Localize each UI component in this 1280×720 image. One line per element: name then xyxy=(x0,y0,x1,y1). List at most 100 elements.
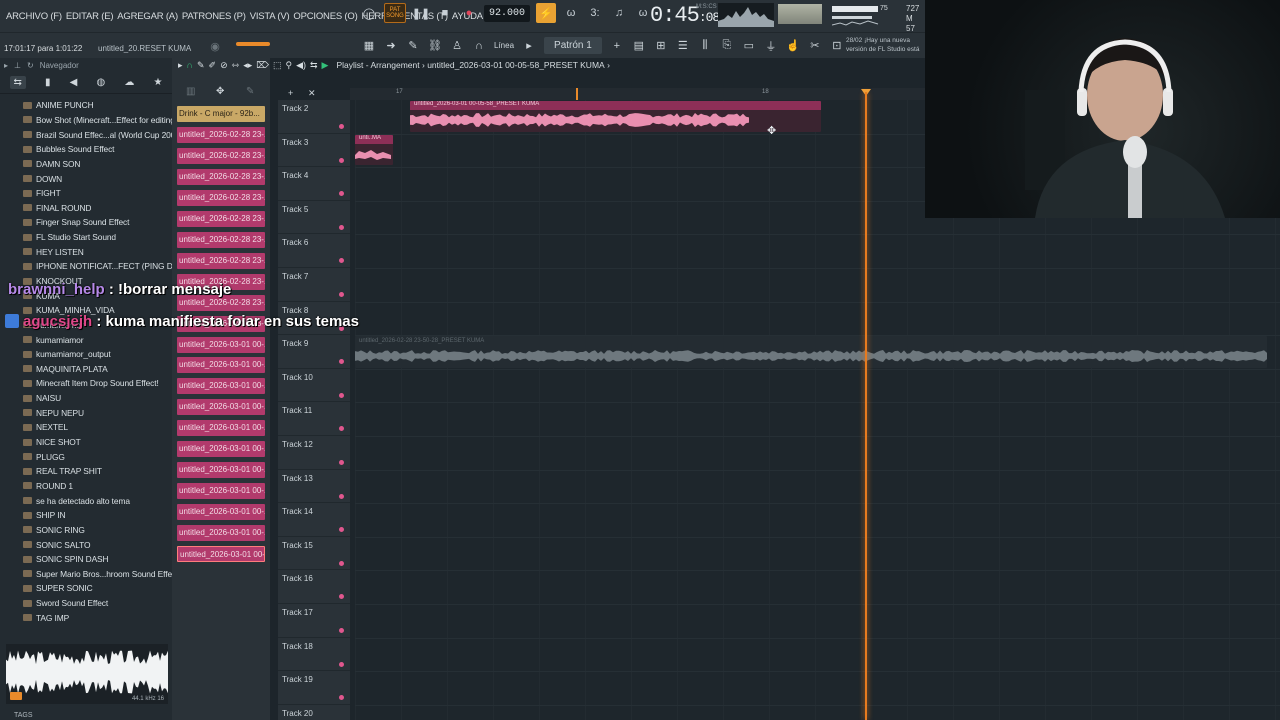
track-record-dot-icon[interactable] xyxy=(339,594,344,600)
playlist-play-icon[interactable]: ▶ xyxy=(322,60,329,71)
expand-icon[interactable]: ▸ xyxy=(4,61,8,70)
link-icon[interactable]: ⛓ xyxy=(428,39,442,52)
channel-rack-icon[interactable]: ⊞ xyxy=(654,39,668,52)
track-header[interactable]: Track 18 xyxy=(278,638,350,672)
browser-icon[interactable]: ▭ xyxy=(742,39,756,52)
track-record-dot-icon[interactable] xyxy=(339,460,344,465)
track-header[interactable]: Track 12 xyxy=(278,436,350,470)
audio-clip-main[interactable]: untitled_2026-03-01 00-05-58_PRESET KUMA xyxy=(410,101,821,132)
browser-item[interactable]: IPHONE NOTIFICAT...FECT (PING DING) xyxy=(0,259,172,274)
slip-tool-icon[interactable]: ◂▸ xyxy=(243,60,252,71)
menu-item[interactable]: ARCHIVO (F) xyxy=(4,11,64,22)
pin-icon[interactable]: ⊥ xyxy=(14,61,21,70)
clip-item[interactable]: untitled_2026-03-01 00-... xyxy=(177,378,265,395)
track-header[interactable]: Track 11 xyxy=(278,402,350,436)
track-header[interactable]: Track 7 xyxy=(278,268,350,302)
browser-item[interactable]: Finger Snap Sound Effect xyxy=(0,215,172,230)
countdown-icon[interactable]: 3: xyxy=(586,4,604,22)
brush-icon[interactable]: ✎ xyxy=(406,39,420,52)
browser-item[interactable]: FIGHT xyxy=(0,186,172,201)
browser-item[interactable]: SHIP IN xyxy=(0,508,172,523)
news-panel[interactable]: 28/02 ¡Hay una nueva versión de FL Studi… xyxy=(846,36,926,54)
clip-item[interactable]: untitled_2026-03-01 00-... xyxy=(177,483,265,500)
browser-item[interactable]: NEPU NEPU xyxy=(0,405,172,420)
browser-item[interactable]: SUPER SONIC xyxy=(0,581,172,596)
cloud-tab-icon[interactable]: ☁ xyxy=(124,77,134,88)
arrows-icon[interactable]: ⇆ xyxy=(310,60,318,71)
tempo-display[interactable]: 92.000 xyxy=(484,4,531,22)
clip-item[interactable]: untitled_2026-02-28 23-... xyxy=(177,189,265,206)
browser-item[interactable]: NAISU xyxy=(0,391,172,406)
browser-item[interactable]: TAG IMP xyxy=(0,610,172,625)
select-tool-icon[interactable]: ⬚ xyxy=(273,60,282,71)
zoom-tool-icon[interactable]: ⚲ xyxy=(285,60,292,71)
pause-button[interactable]: ❚❚ xyxy=(412,4,430,22)
track-header[interactable]: Track 16 xyxy=(278,570,350,604)
star-tab-icon[interactable]: ★ xyxy=(153,77,162,88)
files-tab-icon[interactable]: ▮ xyxy=(45,77,51,88)
clip-item[interactable]: untitled_2026-03-01 00-... xyxy=(177,462,265,479)
browser-options-icon[interactable]: ↻ xyxy=(27,61,34,70)
track-record-dot-icon[interactable] xyxy=(339,426,344,432)
clip-item[interactable]: untitled_2026-02-28 23-... xyxy=(177,210,265,227)
back-tab-icon[interactable]: ◀ xyxy=(70,77,78,88)
clip-item[interactable]: untitled_2026-03-01 00-... xyxy=(177,336,265,353)
add-pattern-icon[interactable]: + xyxy=(610,40,624,52)
snap-mode-label[interactable]: Línea xyxy=(494,41,514,50)
track-record-dot-icon[interactable] xyxy=(339,157,344,163)
clip-item[interactable]: untitled_2026-02-28 23-... xyxy=(177,252,265,269)
clip-item[interactable]: untitled_2026-03-01 00-... xyxy=(177,357,265,374)
track-header[interactable]: Track 17 xyxy=(278,604,350,638)
track-header[interactable]: Track 14 xyxy=(278,503,350,537)
browser-item[interactable]: HEY LISTEN xyxy=(0,244,172,259)
clip-item[interactable]: untitled_2026-03-01 00-... xyxy=(177,546,265,562)
timeline-ruler[interactable]: 17 18 xyxy=(350,88,925,100)
menu-item[interactable]: VISTA (V) xyxy=(248,11,292,22)
browser-item[interactable]: MAQUINITA PLATA xyxy=(0,362,172,377)
touch-icon[interactable]: ☝ xyxy=(786,39,800,52)
step-edit-icon[interactable]: ♫ xyxy=(610,4,628,22)
record-button[interactable]: ● xyxy=(460,4,478,22)
knob-icon[interactable]: ◉ xyxy=(206,37,224,55)
browser-item[interactable]: NICE SHOT xyxy=(0,435,172,450)
browser-item[interactable]: Bow Shot (Minecraft...Effect for editing xyxy=(0,113,172,128)
clip-item[interactable]: untitled_2026-02-28 23-... xyxy=(177,127,265,143)
browser-item[interactable]: kumamiamor_output xyxy=(0,347,172,362)
browser-item[interactable]: Minecraft Item Drop Sound Effect! xyxy=(0,376,172,391)
playhead[interactable] xyxy=(865,92,867,720)
track-record-dot-icon[interactable] xyxy=(339,392,344,398)
browser-item[interactable]: SONIC SALTO xyxy=(0,537,172,552)
draw-tool-icon[interactable]: ✎ xyxy=(197,60,205,71)
track-header[interactable]: Track 13 xyxy=(278,470,350,504)
piano-icon[interactable]: ⫼ xyxy=(698,39,712,52)
clip-item[interactable]: untitled_2026-02-28 23-... xyxy=(177,231,265,248)
preview-play-icon[interactable] xyxy=(10,692,22,700)
clip-item[interactable]: untitled_2026-02-28 23-... xyxy=(177,168,265,185)
track-record-dot-icon[interactable] xyxy=(339,560,344,566)
clip-list-menu-icon[interactable]: ▥ xyxy=(186,86,195,97)
track-record-dot-icon[interactable] xyxy=(339,258,344,264)
piano-roll-icon[interactable]: ▦ xyxy=(362,39,376,52)
audio-clip-small[interactable]: unti..MA xyxy=(355,135,393,165)
stamp-icon[interactable]: ♙ xyxy=(450,39,464,52)
speaker-icon[interactable]: ◀) xyxy=(296,60,306,71)
play-small-icon[interactable]: ▸ xyxy=(522,39,536,52)
menu-item[interactable]: OPCIONES (O) xyxy=(291,11,359,22)
browser-item[interactable]: se ha detectado alto tema xyxy=(0,493,172,508)
track-record-dot-icon[interactable] xyxy=(339,124,344,129)
track-header[interactable]: Track 4 xyxy=(278,167,350,201)
arrow-right-icon[interactable]: ➜ xyxy=(384,39,398,52)
close-icon[interactable]: ✕ xyxy=(308,88,316,99)
track-header[interactable]: Track 15 xyxy=(278,537,350,571)
loop-icon[interactable]: ◯ xyxy=(360,4,378,22)
plug-icon[interactable]: ⏚ xyxy=(764,38,778,54)
clip-item[interactable]: untitled_2026-03-01 00-... xyxy=(177,420,265,437)
browser-item[interactable]: REAL TRAP SHIT xyxy=(0,464,172,479)
browser-item[interactable]: kumamiamor xyxy=(0,332,172,347)
track-record-dot-icon[interactable] xyxy=(339,292,344,297)
mixer-icon[interactable]: ☰ xyxy=(676,39,690,52)
clip-item[interactable]: untitled_2026-03-01 00-... xyxy=(177,504,265,521)
move-icon[interactable]: ✥ xyxy=(216,86,224,97)
delete-tool-icon[interactable]: ⊘ xyxy=(220,60,228,71)
track-record-dot-icon[interactable] xyxy=(339,224,344,230)
